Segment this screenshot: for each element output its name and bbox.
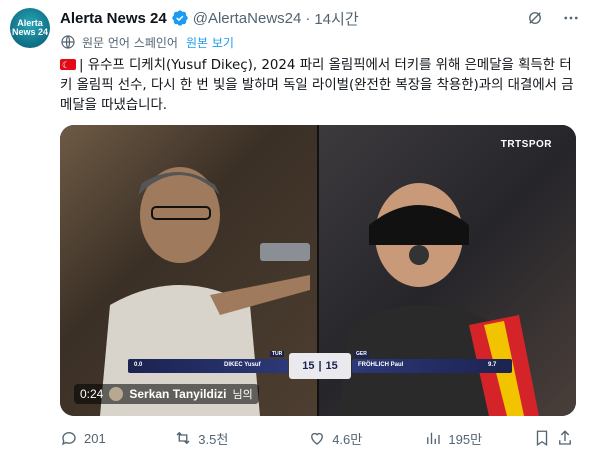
view-count: 195만 [448, 431, 483, 447]
video-info-overlay: 0:24 Serkan Tanyildizi 님의 [74, 384, 259, 404]
author-name[interactable]: Alerta News 24 [60, 10, 167, 27]
reply-count: 201 [84, 430, 106, 446]
scoreboard-center: 15 | 15 [289, 353, 351, 379]
header-separator: · [305, 9, 311, 27]
like-button[interactable]: 4.6만 [308, 429, 424, 448]
post-actions-bar: 201 3.5천 4.6만 195만 [60, 426, 580, 450]
broadcaster-logo: TRTSPOR [500, 139, 552, 150]
grok-icon[interactable] [525, 8, 545, 28]
right-shot-value: 9.7 [488, 362, 497, 368]
left-score: 15 [302, 360, 315, 372]
uploader-suffix: 님의 [232, 388, 253, 401]
post-text: | 유수프 디케치(Yusuf Dikeç), 2024 파리 올림픽에서 터키… [60, 56, 582, 116]
share-button[interactable] [556, 429, 580, 447]
repost-button[interactable]: 3.5천 [174, 429, 308, 448]
repost-count: 3.5천 [198, 431, 229, 447]
scoreboard-right: FRÖHLICH Paul 9.7 [352, 359, 512, 373]
views-chart-icon [424, 429, 442, 447]
uploader-name[interactable]: Serkan Tanyildizi [129, 387, 226, 401]
left-team-code: TUR [270, 351, 285, 357]
post-timestamp[interactable]: 14시간 [314, 8, 358, 29]
right-score: 15 [325, 360, 338, 372]
author-handle[interactable]: @AlertaNews24 [193, 10, 302, 27]
avatar-logo-text: Alerta News 24 [11, 18, 49, 37]
translation-label: 원문 언어 스페인어 [82, 35, 178, 50]
globe-translate-icon [60, 34, 76, 50]
translation-row: 원문 언어 스페인어 원본 보기 [60, 33, 234, 51]
turkey-flag-icon [60, 56, 76, 76]
reply-button[interactable]: 201 [60, 429, 174, 447]
video-player[interactable]: TRTSPOR 0.0 DIKEC Yusuf TUR 15 | 15 GER … [60, 125, 576, 416]
show-original-link[interactable]: 원본 보기 [186, 34, 234, 51]
scoreboard: 0.0 DIKEC Yusuf TUR 15 | 15 GER FRÖHLICH… [128, 351, 512, 383]
bookmark-button[interactable] [533, 429, 557, 447]
post-text-content: | 유수프 디케치(Yusuf Dikeç), 2024 파리 올림픽에서 터키… [60, 58, 574, 113]
bookmark-icon [533, 429, 551, 447]
like-count: 4.6만 [332, 431, 363, 447]
more-options-icon[interactable] [561, 8, 581, 28]
views-button[interactable]: 195만 [424, 429, 532, 448]
repost-icon [174, 429, 192, 447]
uploader-avatar [109, 387, 124, 401]
left-shot-value: 0.0 [134, 362, 143, 368]
right-player-name: FRÖHLICH Paul [358, 362, 404, 368]
post-top-actions [525, 8, 581, 28]
score-separator: | [318, 360, 322, 372]
author-avatar[interactable]: Alerta News 24 [10, 8, 50, 48]
reply-icon [60, 429, 78, 447]
left-player-name: DIKEC Yusuf [224, 362, 261, 368]
heart-icon [308, 429, 326, 447]
verified-badge-icon [171, 9, 189, 27]
video-duration: 0:24 [80, 387, 104, 401]
right-team-code: GER [354, 351, 369, 357]
post-header: Alerta News 24 @AlertaNews24 · 14시간 [60, 8, 359, 28]
share-icon [556, 429, 574, 447]
scoreboard-left: 0.0 DIKEC Yusuf [128, 359, 288, 373]
